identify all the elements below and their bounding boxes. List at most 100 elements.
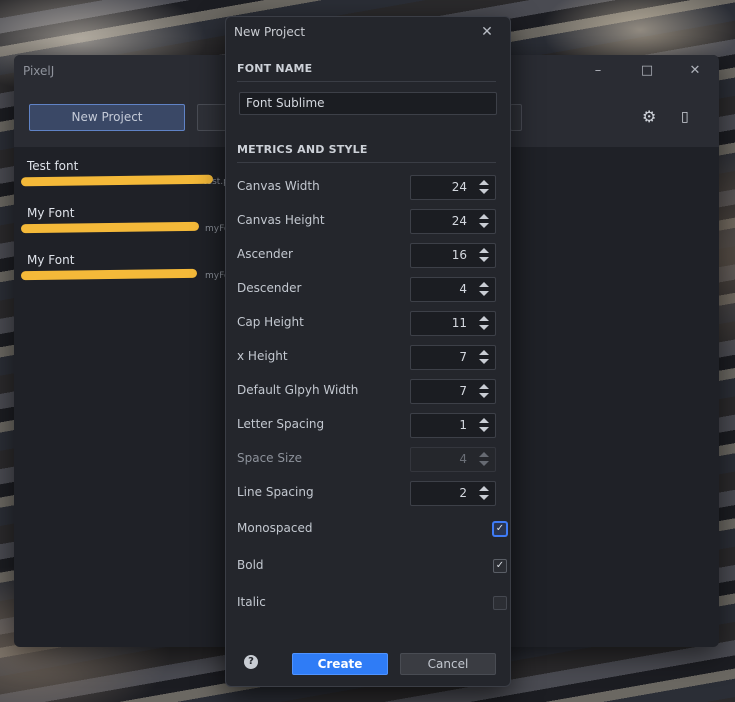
- spinner-arrows: [479, 449, 491, 469]
- field-label: Descender: [237, 281, 302, 295]
- arrow-up-icon[interactable]: [479, 486, 489, 491]
- descender-spinner[interactable]: 4: [410, 277, 496, 302]
- field-space-size: Space Size 4: [237, 447, 496, 472]
- toolbar-button-partial[interactable]: [510, 104, 522, 131]
- option-monospaced: Monospaced ✓: [237, 517, 507, 541]
- field-line-spacing: Line Spacing 2: [237, 481, 496, 506]
- spinner-value[interactable]: 7: [459, 384, 467, 398]
- spinner-arrows[interactable]: [479, 483, 491, 503]
- spinner-arrows[interactable]: [479, 347, 491, 367]
- spinner-value: 4: [459, 452, 467, 466]
- spinner-arrows[interactable]: [479, 245, 491, 265]
- close-icon[interactable]: ✕: [478, 23, 496, 41]
- checkbox-label: Bold: [237, 558, 264, 572]
- field-cap-height: Cap Height 11: [237, 311, 496, 336]
- spinner-value[interactable]: 16: [452, 248, 467, 262]
- field-label: Canvas Width: [237, 179, 320, 193]
- app-title: PixelJ: [23, 64, 55, 78]
- field-label: Cap Height: [237, 315, 304, 329]
- create-button[interactable]: Create: [292, 653, 388, 675]
- spinner-value[interactable]: 24: [452, 180, 467, 194]
- arrow-down-icon[interactable]: [479, 427, 489, 432]
- spinner-value[interactable]: 2: [459, 486, 467, 500]
- open-project-button[interactable]: [197, 104, 227, 131]
- arrow-up-icon: [479, 452, 489, 457]
- spinner-value[interactable]: 4: [459, 282, 467, 296]
- spinner-arrows[interactable]: [479, 381, 491, 401]
- dialog-title: New Project: [234, 25, 306, 39]
- close-window-icon[interactable]: ✕: [685, 61, 705, 81]
- project-item[interactable]: Test font test.p: [20, 157, 229, 203]
- new-project-button[interactable]: New Project: [29, 104, 185, 131]
- spinner-arrows[interactable]: [479, 313, 491, 333]
- font-name-input[interactable]: Font Sublime: [239, 92, 497, 115]
- project-name: My Font: [27, 206, 75, 220]
- spinner-arrows[interactable]: [479, 177, 491, 197]
- option-bold: Bold ✓: [237, 554, 507, 578]
- metrics-section-header: METRICS AND STYLE: [237, 143, 496, 163]
- field-label: Canvas Height: [237, 213, 325, 227]
- project-item[interactable]: My Font myFo: [20, 251, 229, 297]
- canvas-width-spinner[interactable]: 24: [410, 175, 496, 200]
- gear-icon[interactable]: ⚙: [642, 108, 656, 126]
- arrow-up-icon[interactable]: [479, 316, 489, 321]
- arrow-up-icon[interactable]: [479, 180, 489, 185]
- arrow-up-icon[interactable]: [479, 248, 489, 253]
- checkbox-label: Italic: [237, 595, 266, 609]
- field-label: Letter Spacing: [237, 417, 325, 431]
- spinner-value[interactable]: 7: [459, 350, 467, 364]
- default-glyph-width-spinner[interactable]: 7: [410, 379, 496, 404]
- arrow-down-icon[interactable]: [479, 257, 489, 262]
- field-label: Ascender: [237, 247, 293, 261]
- spinner-value[interactable]: 24: [452, 214, 467, 228]
- canvas-height-spinner[interactable]: 24: [410, 209, 496, 234]
- field-x-height: x Height 7: [237, 345, 496, 370]
- maximize-icon[interactable]: □: [637, 61, 657, 81]
- arrow-down-icon[interactable]: [479, 189, 489, 194]
- arrow-up-icon[interactable]: [479, 418, 489, 423]
- spinner-arrows[interactable]: [479, 211, 491, 231]
- arrow-down-icon[interactable]: [479, 291, 489, 296]
- spinner-arrows[interactable]: [479, 279, 491, 299]
- sidebar-toggle-icon[interactable]: ▯: [681, 108, 689, 126]
- new-project-dialog: New Project ✕ FONT NAME Font Sublime MET…: [225, 16, 511, 687]
- ascender-spinner[interactable]: 16: [410, 243, 496, 268]
- field-letter-spacing: Letter Spacing 1: [237, 413, 496, 438]
- help-icon[interactable]: ?: [244, 655, 258, 669]
- bold-checkbox[interactable]: ✓: [493, 559, 507, 573]
- checkbox-label: Monospaced: [237, 521, 313, 535]
- monospaced-checkbox[interactable]: ✓: [493, 522, 507, 536]
- redaction-scribble: [20, 221, 200, 234]
- field-canvas-height: Canvas Height 24: [237, 209, 496, 234]
- arrow-down-icon[interactable]: [479, 359, 489, 364]
- arrow-up-icon[interactable]: [479, 350, 489, 355]
- arrow-up-icon[interactable]: [479, 282, 489, 287]
- field-label: x Height: [237, 349, 288, 363]
- arrow-down-icon: [479, 461, 489, 466]
- project-name: Test font: [27, 159, 79, 173]
- minimize-icon[interactable]: –: [588, 61, 608, 81]
- arrow-down-icon[interactable]: [479, 495, 489, 500]
- redaction-scribble: [20, 174, 214, 187]
- arrow-down-icon[interactable]: [479, 393, 489, 398]
- arrow-up-icon[interactable]: [479, 214, 489, 219]
- space-size-spinner: 4: [410, 447, 496, 472]
- spinner-value[interactable]: 1: [459, 418, 467, 432]
- cancel-button[interactable]: Cancel: [400, 653, 496, 675]
- line-spacing-spinner[interactable]: 2: [410, 481, 496, 506]
- field-ascender: Ascender 16: [237, 243, 496, 268]
- redaction-scribble: [20, 268, 198, 281]
- letter-spacing-spinner[interactable]: 1: [410, 413, 496, 438]
- field-canvas-width: Canvas Width 24: [237, 175, 496, 200]
- arrow-up-icon[interactable]: [479, 384, 489, 389]
- option-italic: Italic: [237, 591, 507, 615]
- field-label: Line Spacing: [237, 485, 314, 499]
- spinner-arrows[interactable]: [479, 415, 491, 435]
- cap-height-spinner[interactable]: 11: [410, 311, 496, 336]
- arrow-down-icon[interactable]: [479, 223, 489, 228]
- x-height-spinner[interactable]: 7: [410, 345, 496, 370]
- spinner-value[interactable]: 11: [452, 316, 467, 330]
- arrow-down-icon[interactable]: [479, 325, 489, 330]
- italic-checkbox[interactable]: [493, 596, 507, 610]
- project-item[interactable]: My Font myFo: [20, 204, 229, 250]
